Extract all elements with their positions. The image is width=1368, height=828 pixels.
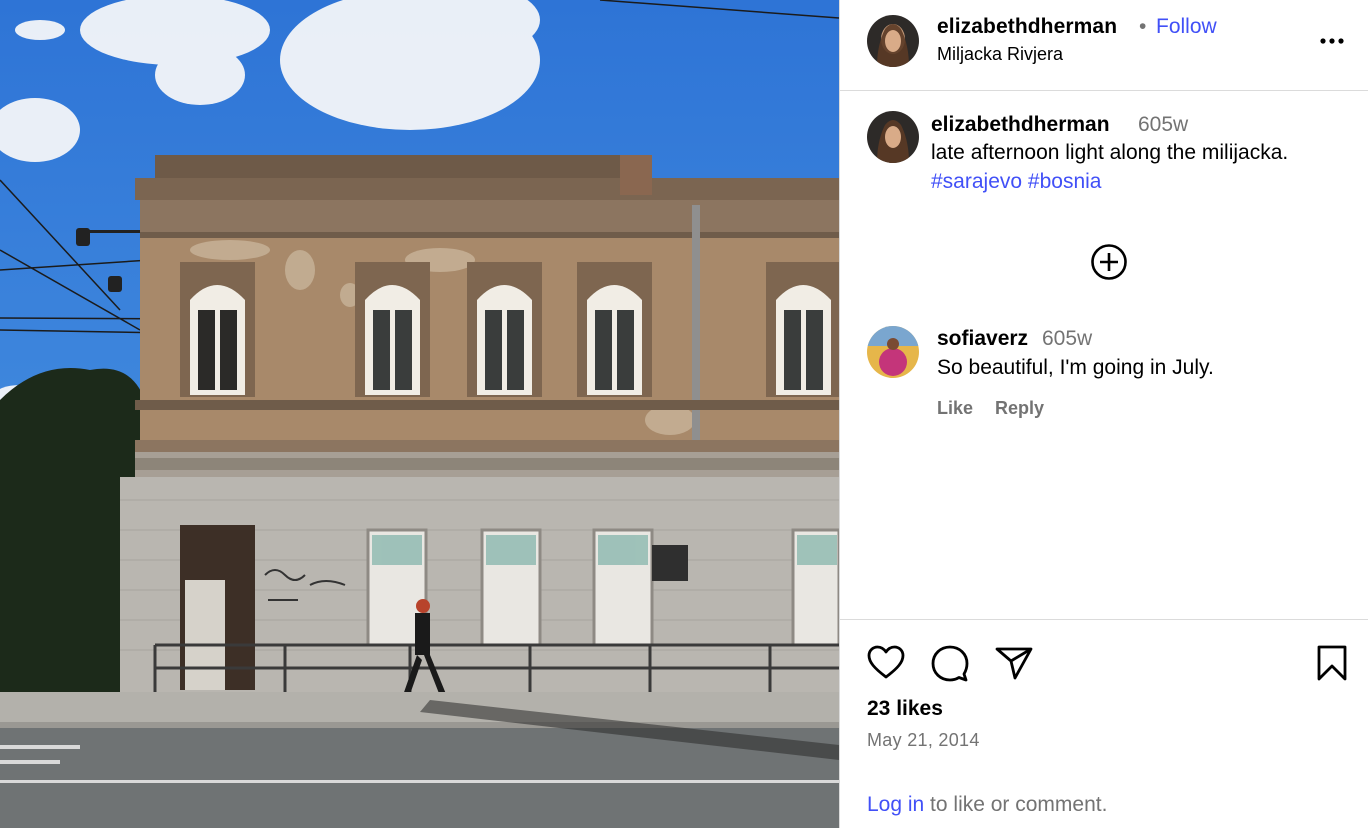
- author-username[interactable]: elizabethdherman: [937, 15, 1117, 39]
- share-icon[interactable]: [994, 643, 1034, 683]
- post-photo[interactable]: [0, 0, 839, 828]
- likes-count[interactable]: 23 likes: [867, 697, 943, 721]
- post-location[interactable]: Miljacka Rivjera: [937, 44, 1063, 65]
- login-prompt: Log in to like or comment.: [867, 793, 1107, 817]
- bookmark-icon[interactable]: [1314, 643, 1350, 683]
- post-date[interactable]: May 21, 2014: [867, 730, 980, 751]
- post-side-panel: elizabethdherman • Follow Miljacka Rivje…: [839, 0, 1368, 828]
- separator-dot: •: [1139, 15, 1147, 38]
- caption-text: late afternoon light along the milijacka…: [931, 141, 1289, 164]
- post-actions-footer: 23 likes May 21, 2014 Log in to like or …: [840, 619, 1368, 828]
- hashtag-bosnia[interactable]: #bosnia: [1028, 170, 1102, 193]
- comment-icon[interactable]: [930, 643, 970, 683]
- caption-hashtags: #sarajevo #bosnia: [931, 170, 1101, 194]
- load-more-comments-icon[interactable]: [1089, 242, 1129, 282]
- follow-button[interactable]: Follow: [1156, 15, 1217, 39]
- author-avatar[interactable]: [867, 15, 919, 67]
- commenter-avatar[interactable]: [867, 326, 919, 378]
- caption-timestamp[interactable]: 605w: [1138, 113, 1188, 137]
- caption-username[interactable]: elizabethdherman: [931, 113, 1110, 137]
- comment-timestamp[interactable]: 605w: [1042, 327, 1092, 351]
- building-photo-illustration: [0, 0, 839, 828]
- heart-icon[interactable]: [866, 643, 906, 683]
- comment-text: So beautiful, I'm going in July.: [937, 356, 1214, 379]
- comment-reply-button[interactable]: Reply: [995, 398, 1044, 419]
- comment-like-button[interactable]: Like: [937, 398, 973, 419]
- more-options-icon[interactable]: [1315, 26, 1349, 56]
- commenter-username[interactable]: sofiaverz: [937, 327, 1028, 351]
- hashtag-sarajevo[interactable]: #sarajevo: [931, 170, 1022, 193]
- login-link[interactable]: Log in: [867, 793, 924, 816]
- caption-author-avatar[interactable]: [867, 111, 919, 163]
- login-prompt-text: to like or comment.: [924, 793, 1108, 816]
- post-header: elizabethdherman • Follow Miljacka Rivje…: [840, 0, 1368, 91]
